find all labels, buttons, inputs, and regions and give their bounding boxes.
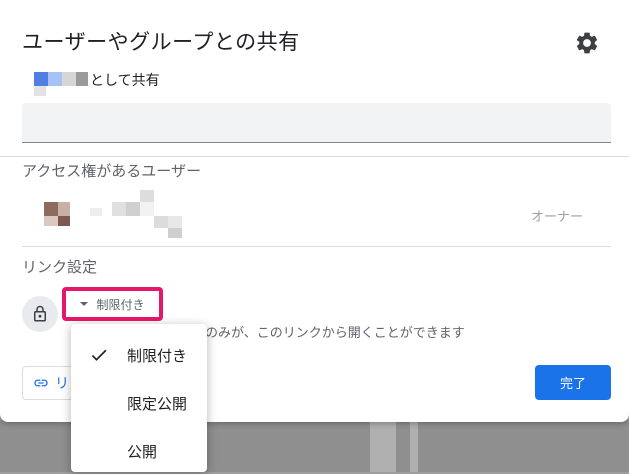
caret-down-icon bbox=[80, 302, 89, 306]
menu-item-public[interactable]: 公開 bbox=[71, 428, 207, 474]
menu-item-label: 制限付き bbox=[127, 346, 188, 365]
menu-item-label: 公開 bbox=[127, 442, 158, 461]
people-section-heading: アクセス権があるユーザー bbox=[22, 162, 201, 180]
menu-item-label: 限定公開 bbox=[127, 394, 188, 413]
add-people-input-field[interactable] bbox=[22, 103, 611, 143]
link-icon bbox=[34, 379, 48, 387]
link-access-menu: 制限付き 限定公開 公開 bbox=[71, 324, 207, 472]
dialog-title: ユーザーやグループとの共有 bbox=[22, 30, 300, 54]
gear-icon[interactable] bbox=[574, 30, 600, 56]
menu-item-restricted[interactable]: 制限付き bbox=[71, 332, 207, 378]
copy-link-label: リ bbox=[55, 376, 69, 392]
lock-icon bbox=[34, 305, 46, 322]
divider bbox=[0, 156, 629, 157]
link-access-description: のみが、このリンクから開くことができます bbox=[205, 326, 465, 341]
link-section-heading: リンク設定 bbox=[22, 258, 98, 276]
add-people-input[interactable] bbox=[22, 103, 611, 142]
divider bbox=[22, 246, 611, 247]
done-button[interactable]: 完了 bbox=[535, 365, 611, 400]
menu-item-limited[interactable]: 限定公開 bbox=[71, 380, 207, 426]
background-strip bbox=[370, 420, 396, 472]
share-as-label: として共有 bbox=[90, 73, 160, 89]
link-access-dropdown-button[interactable]: 制限付き bbox=[62, 287, 163, 321]
background-strip bbox=[410, 420, 418, 472]
lock-icon-container bbox=[22, 296, 58, 332]
link-access-label: 制限付き bbox=[96, 297, 145, 312]
owner-role-label: オーナー bbox=[531, 210, 584, 225]
check-icon bbox=[91, 349, 107, 361]
